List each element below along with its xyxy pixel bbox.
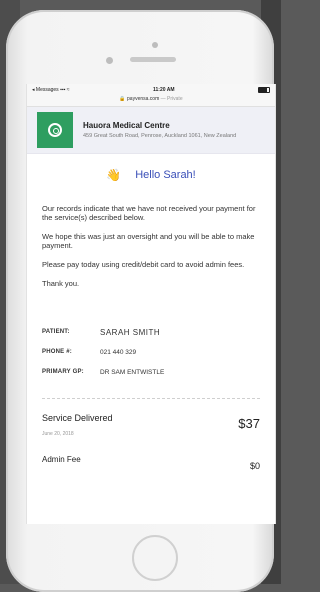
home-button[interactable]: [132, 535, 178, 581]
message-card: 👋 Hello Sarah! Our records indicate that…: [27, 168, 275, 471]
gp-value: DR SAM ENTWISTLE: [100, 368, 165, 376]
battery-icon: [258, 87, 270, 93]
wave-icon: 👋: [106, 168, 122, 182]
phone-screen: ◂ Messages ▪▪▪ ≈ 11:20 AM 🔒 payvensa.com…: [26, 84, 276, 524]
back-to-app-link[interactable]: ◂ Messages: [32, 87, 59, 93]
phone-value: 021 440 329: [100, 348, 137, 356]
message-paragraph: Our records indicate that we have not re…: [42, 204, 256, 222]
service-line-item: Service Delivered June 20, 2018 $37: [42, 413, 260, 437]
clinic-address: 459 Great South Road, Penrose, Auckland …: [83, 132, 237, 139]
gp-label: PRIMARY GP:: [42, 369, 84, 375]
signal-icon: ▪▪▪ ≈: [60, 87, 70, 93]
patient-label: PATIENT:: [42, 329, 70, 335]
message-paragraph: We hope this was just an oversight and y…: [42, 232, 255, 250]
service-amount: $37: [238, 416, 260, 431]
gp-row: PRIMARY GP: DR SAM ENTWISTLE: [42, 362, 260, 382]
service-details: Service Delivered June 20, 2018: [42, 413, 113, 437]
phone-row: PHONE #: 021 440 329: [42, 342, 260, 362]
logo-icon: [48, 123, 62, 137]
greeting-text: Hello Sarah!: [135, 169, 196, 181]
patient-value: SARAH SMITH: [100, 327, 161, 337]
status-time: 11:20 AM: [153, 87, 175, 93]
front-camera: [106, 57, 113, 64]
clinic-logo: [37, 112, 73, 148]
phone-label: PHONE #:: [42, 349, 72, 355]
earpiece-speaker: [130, 57, 176, 62]
status-left: ◂ Messages ▪▪▪ ≈: [32, 87, 70, 93]
service-title: Service Delivered: [42, 413, 113, 423]
service-date: June 20, 2018: [42, 431, 74, 437]
fee-amount: $0: [249, 461, 260, 471]
divider: [42, 398, 260, 399]
clinic-details: Hauora Medical Centre 459 Great South Ro…: [83, 121, 253, 140]
url-bar[interactable]: 🔒 payvensa.com — Private: [27, 96, 275, 107]
private-label: — Private: [160, 96, 183, 102]
status-bar: ◂ Messages ▪▪▪ ≈ 11:20 AM: [27, 84, 275, 96]
clinic-name: Hauora Medical Centre: [83, 120, 170, 130]
message-paragraph: Please pay today using credit/debit card…: [42, 260, 245, 269]
message-paragraph: Thank you.: [42, 279, 80, 288]
patient-row: PATIENT: SARAH SMITH: [42, 322, 260, 342]
patient-info: PATIENT: SARAH SMITH PHONE #: 021 440 32…: [42, 322, 260, 382]
clinic-header: Hauora Medical Centre 459 Great South Ro…: [27, 107, 275, 154]
proximity-sensor: [152, 42, 158, 48]
fee-title: Admin Fee: [42, 455, 81, 464]
url-text: payvensa.com: [127, 96, 160, 102]
fee-line-item: Admin Fee $0: [42, 455, 260, 471]
lock-icon: 🔒: [119, 96, 126, 102]
greeting: 👋 Hello Sarah!: [42, 168, 260, 182]
